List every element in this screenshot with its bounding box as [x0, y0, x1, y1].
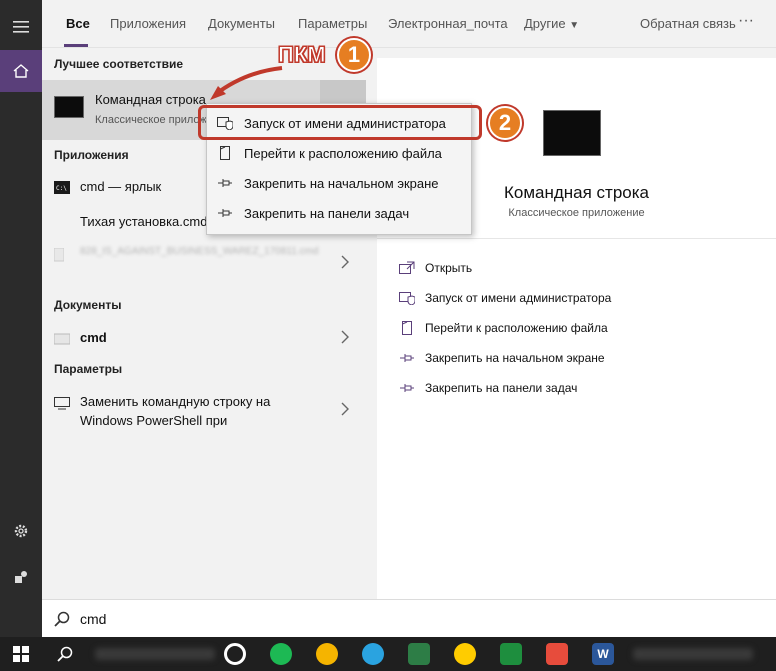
shield-icon [399, 292, 415, 305]
tab-email[interactable]: Электронная_почта [388, 16, 508, 31]
feedback-link[interactable]: Обратная связь [640, 16, 736, 31]
preview-actions: Открыть Запуск от имени администратора П… [377, 238, 776, 599]
list-item-label-line1: Заменить командную строку на [80, 394, 271, 409]
search-icon [54, 611, 70, 627]
chevron-right-icon[interactable] [338, 330, 352, 344]
user-button[interactable] [0, 556, 42, 598]
list-item-label-line2: Windows PowerShell при [80, 413, 228, 428]
file-icon [54, 248, 64, 262]
cmd-shortcut-icon: C:\ [54, 181, 70, 194]
tab-settings[interactable]: Параметры [298, 16, 367, 31]
monitor-icon [54, 397, 70, 410]
action-open-file-location-label: Перейти к расположению файла [425, 321, 608, 335]
documents-heading: Документы [54, 298, 122, 312]
search-icon [57, 646, 73, 662]
step-badge-1: 1 [337, 38, 371, 72]
ctx-pin-taskbar[interactable]: Закрепить на панели задач [207, 198, 471, 228]
right-click-label: ПКМ [278, 42, 327, 68]
list-item-label: cmd [80, 330, 107, 345]
action-pin-taskbar-label: Закрепить на панели задач [425, 381, 578, 395]
list-item-label: 828_IS_AGAINST_BUSINESS_WAREZ_170811.cmd [80, 246, 319, 257]
best-match-heading: Лучшее соответствие [54, 57, 184, 71]
svg-text:C:\: C:\ [56, 185, 67, 192]
action-pin-start-label: Закрепить на начальном экране [425, 351, 605, 365]
settings-button[interactable] [0, 510, 42, 552]
yandex-browser-icon[interactable] [454, 643, 476, 665]
taskbar: W [0, 637, 776, 671]
ctx-open-file-location[interactable]: Перейти к расположению файла [207, 138, 471, 168]
annotation-arrow [210, 66, 283, 100]
taskbar-blurred-apps [90, 643, 220, 665]
tab-all[interactable]: Все [66, 16, 90, 31]
pin-icon [400, 354, 414, 362]
pin-icon [400, 384, 414, 392]
word-letter: W [597, 647, 609, 661]
apps-heading: Приложения [54, 148, 129, 162]
search-input[interactable]: cmd [80, 611, 106, 627]
tab-apps[interactable]: Приложения [110, 16, 186, 31]
sheets-icon[interactable] [500, 643, 522, 665]
hamburger-icon [13, 21, 29, 33]
list-item-label: cmd — ярлык [80, 179, 162, 194]
chevron-right-icon[interactable] [338, 402, 352, 416]
left-rail [0, 0, 42, 637]
active-tab-indicator [64, 44, 88, 47]
tab-other[interactable]: Другие ▼ [524, 16, 579, 31]
ctx-pin-taskbar-label: Закрепить на панели задач [244, 206, 410, 221]
action-open-label: Открыть [425, 261, 473, 275]
home-button[interactable] [0, 50, 42, 92]
pin-icon [218, 179, 232, 187]
windows-logo-icon [13, 646, 29, 662]
pin-icon [218, 209, 232, 217]
start-button[interactable] [10, 643, 32, 665]
open-icon [399, 261, 415, 274]
search-tabs: Все Приложения Документы Параметры Элект… [42, 0, 776, 48]
app-icon[interactable] [408, 643, 430, 665]
taskbar-blurred-tray [628, 643, 758, 665]
user-icon [15, 571, 27, 583]
document-icon [54, 333, 70, 345]
app-icon[interactable] [546, 643, 568, 665]
action-run-as-admin-label: Запуск от имени администратора [425, 291, 612, 305]
file-location-icon [402, 321, 412, 335]
ctx-pin-start-label: Закрепить на начальном экране [244, 176, 439, 191]
word-icon[interactable]: W [592, 643, 614, 665]
home-icon [13, 64, 29, 78]
list-item-label: Тихая установка.cmd [80, 214, 208, 229]
tab-documents[interactable]: Документы [208, 16, 275, 31]
chevron-down-icon: ▼ [569, 20, 580, 31]
file-location-icon [220, 146, 230, 160]
tab-other-label: Другие [524, 16, 566, 31]
hamburger-menu-button[interactable] [0, 6, 42, 48]
highlight-box [198, 105, 482, 140]
settings-heading: Параметры [54, 362, 123, 376]
telegram-icon[interactable] [362, 643, 384, 665]
step-badge-2: 2 [488, 106, 522, 140]
chevron-right-icon[interactable] [338, 255, 352, 269]
best-match-name: Командная строка [95, 92, 206, 107]
command-prompt-large-icon [543, 110, 601, 156]
ctx-open-file-location-label: Перейти к расположению файла [244, 146, 442, 161]
command-prompt-icon [54, 96, 84, 118]
search-bar[interactable]: cmd [42, 599, 776, 637]
spotify-icon[interactable] [270, 643, 292, 665]
music-player-icon[interactable] [316, 643, 338, 665]
taskbar-search-button[interactable] [54, 643, 76, 665]
ctx-pin-start[interactable]: Закрепить на начальном экране [207, 168, 471, 198]
browser-icon[interactable] [224, 643, 246, 665]
more-options-button[interactable]: ··· [738, 12, 754, 30]
gear-icon [14, 524, 28, 538]
